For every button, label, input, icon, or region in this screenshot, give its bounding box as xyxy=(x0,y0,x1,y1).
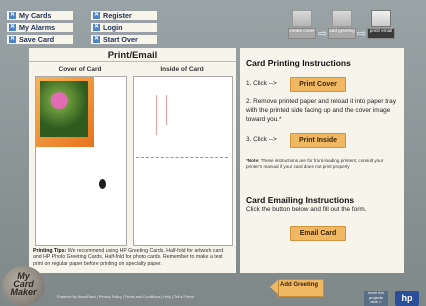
my-cards-label: My Cards xyxy=(19,11,52,20)
more-fun-sub: click > xyxy=(370,299,382,304)
save-card-label: Save Card xyxy=(19,35,55,44)
page-title: Print/Email xyxy=(107,50,158,61)
fold-line xyxy=(136,157,228,158)
inside-preview xyxy=(133,76,233,246)
step3-text: 3. Click --> xyxy=(246,136,277,143)
greeting-text-preview xyxy=(166,95,173,125)
divider xyxy=(29,61,236,62)
hp-logo[interactable]: hp xyxy=(395,291,419,306)
start-over-label: Start Over xyxy=(103,35,138,44)
start-over-link[interactable]: ✕ Start Over xyxy=(90,34,158,45)
note-text: These instructions are for front-loading… xyxy=(246,158,384,169)
printing-tips-label: Printing Tips: xyxy=(33,248,67,254)
email-card-button[interactable]: Email Card xyxy=(290,226,346,241)
printing-tips: Printing Tips: We recommend using HP Gre… xyxy=(33,248,233,267)
add-greeting-label: Add Greeting xyxy=(280,282,319,288)
step-add-greeting[interactable]: add greeting xyxy=(328,10,356,39)
email-instructions: Click the button below and fill out the … xyxy=(246,206,367,213)
print-inside-button[interactable]: Print Inside xyxy=(290,133,346,148)
close-icon: ✕ xyxy=(9,36,16,43)
more-fun-projects-link[interactable]: more fun projects click > xyxy=(364,290,388,306)
logo-line3: Maker xyxy=(10,287,37,297)
inside-title: Inside of Card xyxy=(160,66,204,73)
cover-preview xyxy=(35,76,127,246)
register-label: Register xyxy=(103,11,132,20)
step2-text: 2. Remove printed paper and reload it in… xyxy=(246,98,396,123)
step-print-email-label: print/ email xyxy=(367,28,395,39)
preview-panel: Print/Email Cover of Card Inside of Card… xyxy=(29,48,236,273)
card-icon xyxy=(292,10,312,27)
instructions-panel: Card Printing Instructions 1. Click --> … xyxy=(240,48,404,273)
close-icon: ✕ xyxy=(93,24,100,31)
my-alarms-link[interactable]: ✕ My Alarms xyxy=(6,22,74,33)
app-frame: ✕ My Cards ✕ Register ✕ My Alarms ✕ Logi… xyxy=(0,0,426,306)
step1-text: 1. Click --> xyxy=(246,80,277,87)
close-icon: ✕ xyxy=(93,36,100,43)
close-icon: ✕ xyxy=(9,24,16,31)
cursor-icon xyxy=(99,179,106,189)
step-add-greeting-label: add greeting xyxy=(328,28,356,39)
close-icon: ✕ xyxy=(9,12,16,19)
card-icon xyxy=(332,10,352,27)
my-alarms-label: My Alarms xyxy=(19,23,56,32)
print-cover-button[interactable]: Print Cover xyxy=(290,77,346,92)
login-link[interactable]: ✕ Login xyxy=(90,22,158,33)
save-card-link[interactable]: ✕ Save Card xyxy=(6,34,74,45)
greeting-text-preview xyxy=(156,95,163,135)
register-link[interactable]: ✕ Register xyxy=(90,10,158,21)
printer-icon xyxy=(371,10,391,27)
cover-photo xyxy=(36,77,94,147)
note-label: *Note: xyxy=(246,158,260,163)
print-heading: Card Printing Instructions xyxy=(246,58,351,68)
printer-note: *Note: These instructions are for front-… xyxy=(246,158,400,170)
login-label: Login xyxy=(103,23,123,32)
add-greeting-button[interactable]: Add Greeting xyxy=(270,279,324,297)
flower-image xyxy=(40,81,88,137)
my-cards-link[interactable]: ✕ My Cards xyxy=(6,10,74,21)
footer-links[interactable]: Powered by NewsFlash | Privacy Policy | … xyxy=(57,295,194,299)
cover-title: Cover of Card xyxy=(58,66,102,73)
arrow-right-icon: ⇨ xyxy=(357,28,367,40)
close-icon: ✕ xyxy=(93,12,100,19)
arrow-right-icon: ⇨ xyxy=(318,28,328,40)
my-card-maker-logo[interactable]: My Card Maker xyxy=(2,266,45,306)
step-create-cover-label: create cover xyxy=(288,28,316,39)
step-create-cover[interactable]: create cover xyxy=(288,10,316,39)
email-heading: Card Emailing Instructions xyxy=(246,195,355,205)
step-print-email[interactable]: print/ email xyxy=(367,10,395,39)
